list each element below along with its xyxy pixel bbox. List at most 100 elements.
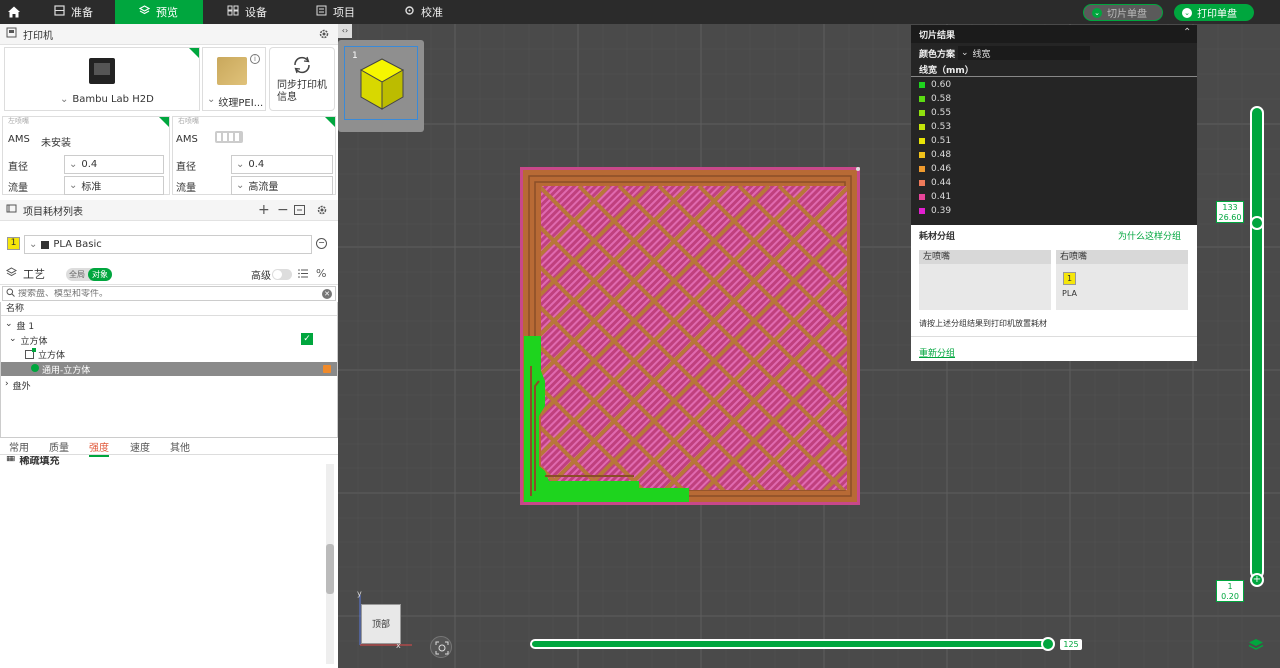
move-slider[interactable] (530, 639, 1052, 649)
compare-icon[interactable]: % (316, 267, 326, 280)
why-grouping-link[interactable]: 为什么这样分组 (1118, 229, 1181, 242)
advanced-toggle[interactable] (272, 269, 292, 280)
settings-scrollbar[interactable] (326, 464, 334, 664)
filament-name: PLA Basic (53, 239, 102, 250)
tree-outside-row[interactable]: › 盘外 (5, 379, 31, 392)
layers-icon[interactable] (1248, 638, 1264, 655)
prepare-icon (54, 5, 65, 19)
tab-quality[interactable]: 质量 (49, 439, 69, 454)
left-nozzle-group: 左喷嘴 (919, 250, 1051, 310)
global-object-toggle[interactable]: 全局 对象 (66, 268, 112, 281)
chevron-down-icon: ⌄ (236, 180, 245, 191)
left-diameter-select[interactable]: ⌄ 0.4 (64, 155, 164, 174)
edit-icon[interactable] (294, 205, 305, 218)
process-icon (5, 267, 18, 281)
ams-slot-icon[interactable] (215, 131, 243, 143)
layer-slider-bottom-thumb[interactable]: + (1250, 573, 1264, 587)
part-icon (25, 348, 36, 359)
remove-filament-icon[interactable]: − (316, 238, 327, 249)
tab-other[interactable]: 其他 (170, 439, 190, 454)
scrollbar-thumb[interactable] (326, 544, 334, 594)
filament-slot-badge[interactable]: 1 (7, 237, 20, 250)
chevron-down-icon: ⌄ (1092, 7, 1102, 18)
param-tab-bar: 常用 质量 强度 速度 其他 (0, 438, 338, 457)
view-cube[interactable]: 顶部 (361, 604, 401, 644)
clear-search-icon[interactable]: ✕ (322, 289, 332, 299)
tab-common[interactable]: 常用 (9, 439, 29, 454)
tab-device[interactable]: 设备 (227, 0, 287, 24)
right-flow-select[interactable]: ⌄ 高流量 (231, 176, 333, 195)
sync-printer-button[interactable]: 同步打印机信息 (269, 47, 335, 111)
checkbox-checked-icon[interactable]: ✓ (301, 333, 313, 345)
settings-gear-icon[interactable] (318, 28, 330, 43)
legend-item: 0.51 (919, 136, 951, 146)
color-scheme-value: 线宽 (972, 49, 991, 60)
slice-plate-label: 切片单盘 (1107, 9, 1147, 20)
plate-thumbnail[interactable]: 1 (344, 46, 418, 120)
chevron-down-icon: ⌄ (9, 334, 17, 344)
corner-mark-icon (189, 48, 199, 58)
grouping-hint: 请按上述分组结果到打印机放置耗材 (919, 319, 1047, 328)
legend-item: 0.58 (919, 94, 951, 104)
tab-preview[interactable]: 预览 (115, 0, 203, 24)
tab-prepare[interactable]: 准备 (46, 0, 114, 24)
legend-value: 0.53 (931, 122, 952, 132)
left-diameter-value: 0.4 (81, 159, 98, 170)
project-icon (316, 5, 327, 19)
filament-select[interactable]: ⌄ PLA Basic (24, 235, 312, 254)
printer-model-label: Bambu Lab H2D (72, 94, 154, 105)
list-icon[interactable] (298, 268, 309, 282)
layer-slider-top-thumb[interactable] (1250, 216, 1264, 230)
slice-plate-button[interactable]: ⌄ 切片单盘 (1083, 4, 1163, 21)
printer-card[interactable]: ⌄ Bambu Lab H2D (4, 47, 200, 111)
group-filament-slot[interactable]: 1 (1063, 272, 1076, 285)
plate-thumbnail-card[interactable]: 1 (338, 40, 424, 132)
regroup-link[interactable]: 重新分组 (919, 346, 955, 359)
printer-model-select[interactable]: ⌄ Bambu Lab H2D (60, 94, 154, 105)
home-icon[interactable] (4, 0, 24, 24)
tree-object-row[interactable]: ⌄ 立方体 (9, 334, 48, 347)
layer-top-height: 26.60 (1218, 213, 1242, 222)
settings-panel: ▦ 稀疏填充 稀疏填充密度15%稀疏填充图案Locked Zag表皮填充密度15… (0, 456, 338, 668)
print-plate-button[interactable]: ⌄ 打印单盘 (1174, 4, 1254, 21)
chevron-down-icon: ⌄ (5, 319, 13, 329)
toggle-object[interactable]: 对象 (88, 268, 112, 281)
add-icon[interactable]: + (258, 202, 270, 218)
legend-swatch (919, 166, 925, 172)
tree-modifier-row[interactable]: 通用-立方体 (1, 362, 337, 376)
toggle-global[interactable]: 全局 (66, 268, 88, 281)
right-nozzle-title: 右喷嘴 (178, 117, 199, 125)
preview-icon (138, 5, 151, 19)
tree-part-row[interactable]: 立方体 (25, 348, 65, 361)
color-scheme-select[interactable]: ⌄ 线宽 (958, 46, 1090, 60)
filament-type-icon (41, 240, 50, 249)
chevron-down-icon: ⌄ (60, 94, 69, 105)
move-slider-thumb[interactable] (1041, 637, 1055, 651)
tab-speed[interactable]: 速度 (130, 439, 150, 454)
legend-value: 0.39 (931, 206, 952, 216)
remove-icon[interactable]: − (277, 202, 289, 218)
right-nozzle-card: 右喷嘴 AMS 直径 ⌄ 0.4 流量 ⌄ 高流量 (172, 116, 336, 195)
search-input[interactable] (18, 288, 318, 299)
plate-type-select[interactable]: ⌄ 纹理PEI... (207, 94, 263, 109)
tab-device-label: 设备 (245, 6, 267, 19)
collapse-panel-icon[interactable]: ‹› (338, 24, 352, 38)
chevron-down-icon: ⌄ (236, 159, 245, 170)
collapse-up-icon[interactable]: ⌃ (1183, 27, 1191, 38)
tree-plate-row[interactable]: ⌄ 盘 1 (5, 319, 34, 332)
plate-card[interactable]: i ⌄ 纹理PEI... (202, 47, 266, 111)
tab-strength[interactable]: 强度 (89, 439, 109, 457)
legend-divider (911, 76, 1197, 77)
layer-slider[interactable] (1250, 106, 1264, 579)
search-bar[interactable]: ✕ (2, 286, 336, 301)
fit-view-button[interactable] (430, 636, 452, 658)
tab-project[interactable]: 项目 (316, 0, 376, 24)
chevron-down-icon: ⌄ (69, 180, 78, 191)
tab-calibrate[interactable]: 校准 (404, 0, 464, 24)
left-flow-select[interactable]: ⌄ 标准 (64, 176, 164, 195)
tree-object-label: 立方体 (20, 337, 48, 347)
gear-icon[interactable] (316, 204, 328, 219)
info-icon[interactable]: i (250, 54, 260, 64)
legend-swatch (919, 138, 925, 144)
right-diameter-select[interactable]: ⌄ 0.4 (231, 155, 333, 174)
